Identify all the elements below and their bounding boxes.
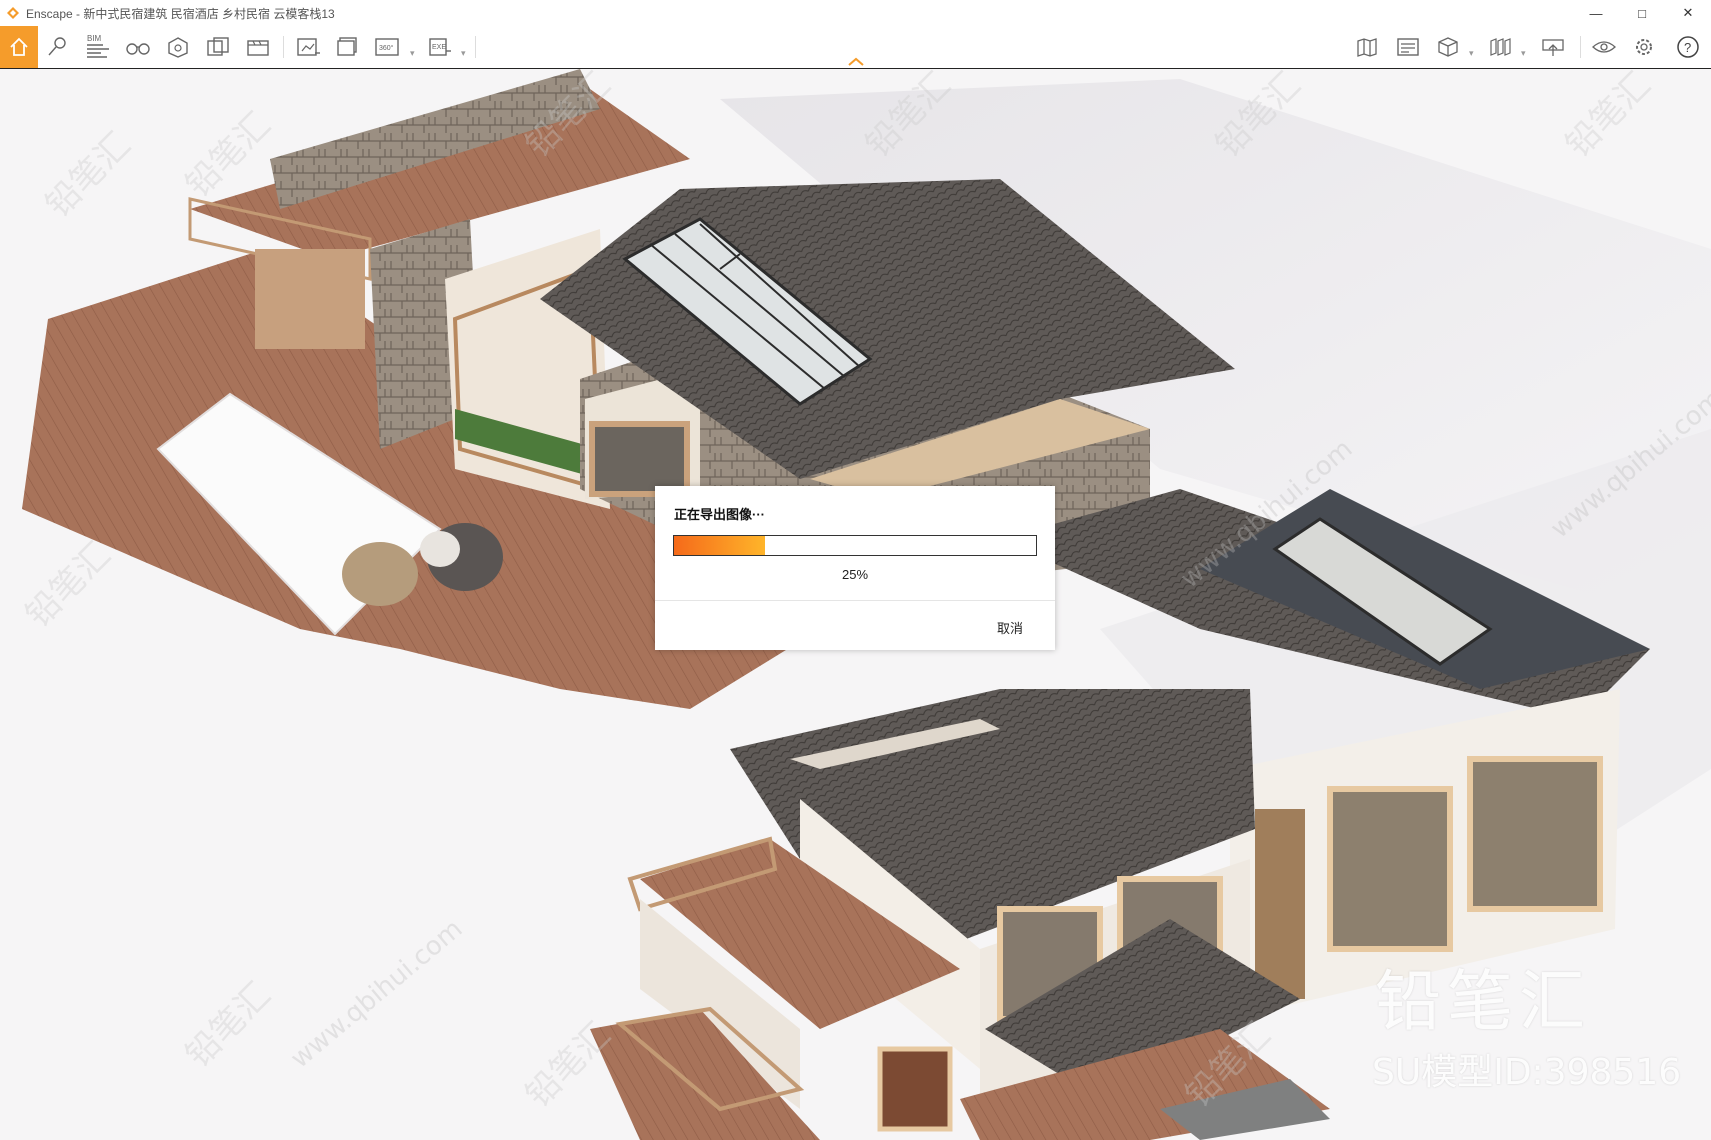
woven-dome [342, 542, 418, 606]
progress-fill [674, 536, 765, 555]
cube-icon [1438, 37, 1458, 57]
svg-text:铅笔汇: 铅笔汇 [518, 1015, 618, 1115]
pin-icon [48, 37, 66, 56]
binoculars-icon [126, 43, 150, 55]
video-editor-button[interactable] [242, 31, 274, 63]
svg-text:铅笔汇: 铅笔汇 [38, 125, 138, 225]
svg-text:?: ? [1684, 40, 1691, 55]
help-icon: ? [1677, 36, 1699, 58]
info-panel-icon [1397, 38, 1419, 56]
screenshot-icon [297, 38, 320, 56]
help-button[interactable]: ? [1672, 31, 1704, 63]
svg-text:铅笔汇: 铅笔汇 [1558, 69, 1658, 165]
dialog-title: 正在导出图像··· [674, 507, 765, 522]
panorama-button[interactable]: 360° [372, 31, 404, 63]
window [1327, 786, 1453, 952]
asset-library-icon [168, 37, 188, 58]
door [877, 1046, 953, 1132]
binoculars-button[interactable] [122, 31, 154, 63]
asset-library-button[interactable] [162, 31, 194, 63]
atlas-dropdown-icon[interactable]: ▾ [1521, 48, 1526, 59]
export-progress-bar [673, 535, 1037, 556]
map-button[interactable] [1352, 31, 1384, 63]
bim-icon: BIM [87, 34, 109, 58]
progress-percent: 25% [841, 567, 869, 582]
brand-watermark: 铅笔汇 [1375, 963, 1591, 1040]
atlas-icon [1490, 38, 1511, 56]
svg-text:www.qbihui.com: www.qbihui.com [285, 914, 468, 1074]
window [1467, 756, 1603, 912]
batch-render-icon [337, 37, 357, 56]
panorama-dropdown-icon[interactable]: ▾ [410, 48, 415, 59]
settings-button[interactable] [1628, 31, 1660, 63]
model-id-watermark: SU模型ID:398516 [1372, 1052, 1682, 1093]
toolbar-separator [475, 36, 476, 58]
svg-text:EXE: EXE [432, 44, 446, 51]
panorama-360-icon: 360° [375, 38, 399, 56]
upload-button[interactable] [1537, 31, 1569, 63]
minimize-button[interactable]: — [1573, 0, 1619, 26]
title-bar: Enscape - 新中式民宿建筑 民宿酒店 乡村民宿 云模客栈13 — □ ✕ [0, 0, 1711, 26]
pin-button[interactable] [42, 31, 74, 63]
home-icon [10, 37, 28, 56]
window [589, 421, 690, 497]
screenshot-button[interactable] [292, 31, 324, 63]
export-dropdown-icon[interactable]: ▾ [461, 48, 466, 59]
upload-icon [1542, 39, 1564, 56]
info-button[interactable] [1392, 31, 1424, 63]
close-button[interactable]: ✕ [1665, 0, 1711, 26]
atlas-button[interactable] [1484, 31, 1516, 63]
home-button[interactable] [0, 26, 38, 68]
video-editor-icon [247, 40, 269, 56]
toolbar-separator [283, 36, 284, 58]
toolbar-separator [1580, 36, 1581, 58]
timber-screen [1255, 809, 1305, 999]
cube-dropdown-icon[interactable]: ▾ [1469, 48, 1474, 59]
svg-text:360°: 360° [379, 44, 394, 52]
export-exe-icon: EXE [429, 38, 451, 56]
toolbar: BIM 360° ▾ EXE ▾ ▾ ▾ ? [0, 26, 1711, 69]
stair-block [255, 249, 365, 349]
dialog-divider [655, 600, 1055, 601]
map-icon [1357, 38, 1377, 57]
export-exe-button[interactable]: EXE [424, 31, 456, 63]
cube-button[interactable] [1432, 31, 1464, 63]
bim-button[interactable]: BIM [82, 31, 114, 63]
eye-icon [1592, 41, 1616, 53]
views-button[interactable] [202, 31, 234, 63]
svg-text:铅笔汇: 铅笔汇 [18, 535, 118, 635]
batch-render-button[interactable] [332, 31, 364, 63]
visual-settings-button[interactable] [1588, 31, 1620, 63]
cancel-button[interactable]: 取消 [997, 618, 1023, 637]
svg-text:铅笔汇: 铅笔汇 [178, 975, 278, 1075]
maximize-button[interactable]: □ [1619, 0, 1665, 26]
views-icon [207, 37, 229, 56]
window-title: Enscape - 新中式民宿建筑 民宿酒店 乡村民宿 云模客栈13 [26, 6, 335, 21]
svg-text:BIM: BIM [87, 34, 102, 43]
gear-icon [1636, 39, 1652, 55]
enscape-logo-icon [7, 7, 19, 19]
chevron-up-icon [848, 57, 864, 66]
woven-dome [420, 531, 460, 567]
export-progress-dialog: 正在导出图像··· 25% 取消 [655, 486, 1055, 650]
